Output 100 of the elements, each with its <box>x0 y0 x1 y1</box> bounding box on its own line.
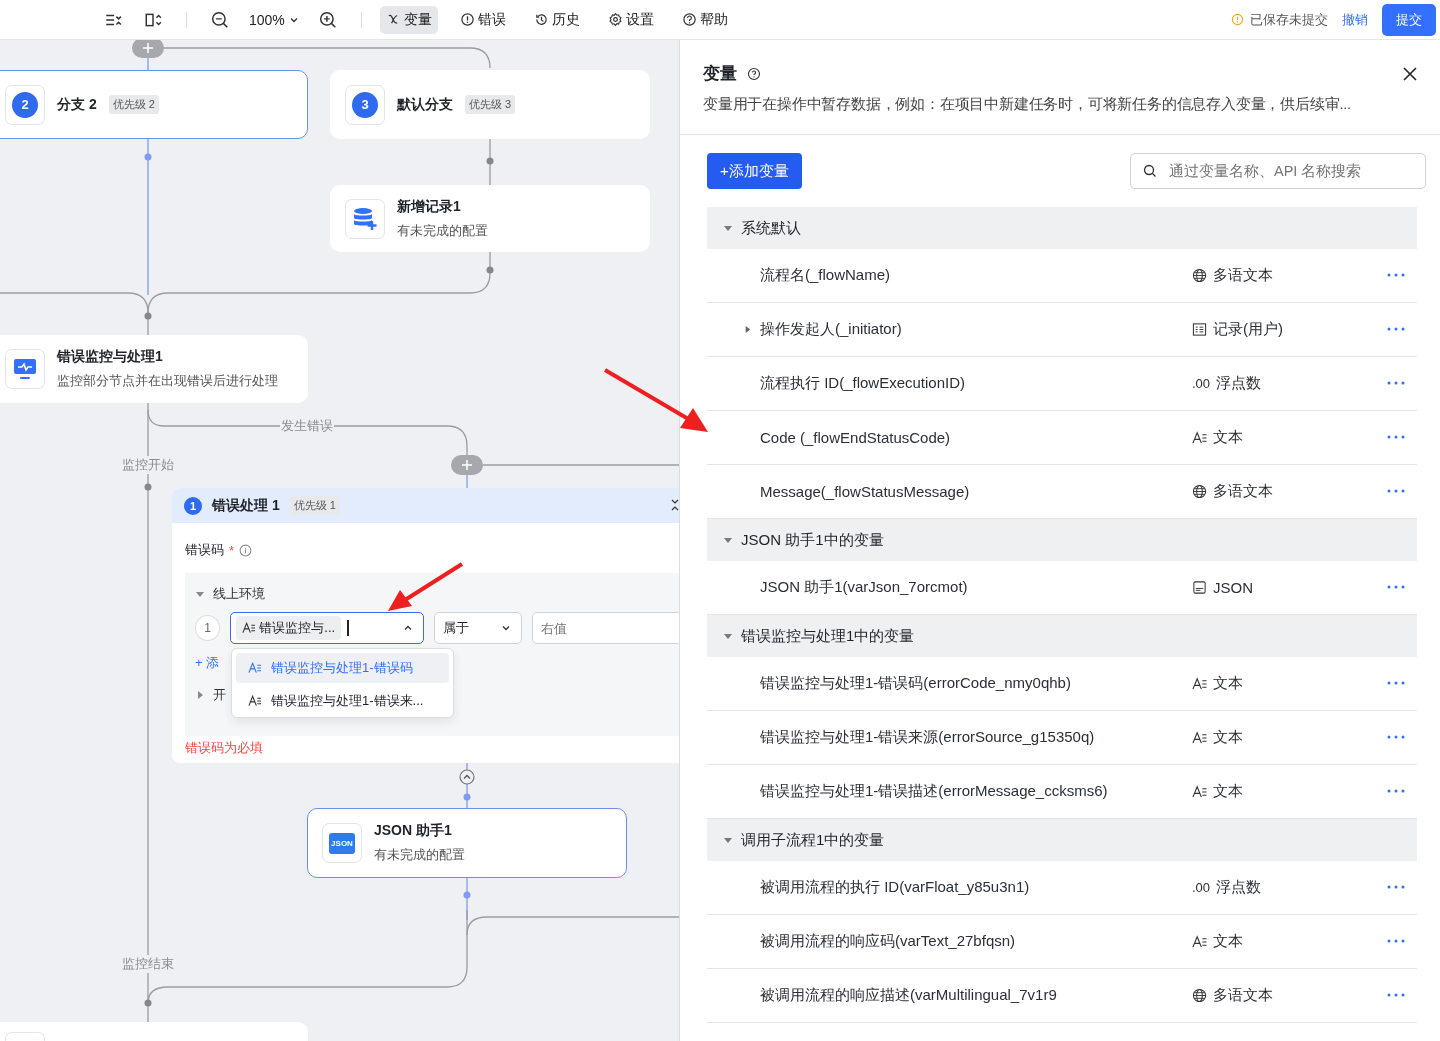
help-icon[interactable] <box>747 66 761 81</box>
history-icon <box>533 12 549 27</box>
more-icon[interactable] <box>1387 681 1405 685</box>
flow-node[interactable]: 2 分支 2 优先级 2 <box>0 70 308 139</box>
submit-button[interactable]: 提交 <box>1382 3 1436 36</box>
group-header[interactable]: 调用子流程1中的变量 <box>707 819 1417 861</box>
alert-icon <box>459 12 475 27</box>
condition-index: 1 <box>195 615 221 641</box>
flow-node[interactable]: 错误监控与处理1 监控部分节点并在出现错误后进行处理 <box>0 335 308 403</box>
variable-name: 操作发起人(_initiator) <box>760 320 903 339</box>
variable-type: 文本 <box>1213 932 1243 951</box>
handler-header[interactable]: 1 错误处理 1 优先级 1 <box>172 488 679 523</box>
group-title: 开 <box>213 686 226 704</box>
variable-name: 流程执行 ID(_flowExecutionID) <box>760 374 967 393</box>
search-field[interactable]: 通过变量名称、API 名称搜索 <box>1130 153 1426 189</box>
add-node-button[interactable] <box>451 455 483 475</box>
text-type-icon <box>1192 784 1207 799</box>
variable-name: 被调用流程的执行 ID(varFloat_y85u3n1) <box>760 878 1031 897</box>
zoom-dropdown[interactable]: 100% <box>245 11 303 28</box>
globe-icon <box>1192 988 1207 1003</box>
toolbar-tab[interactable]: 变量 <box>379 5 438 34</box>
operator-select[interactable]: 属于 <box>434 612 522 644</box>
variable-chip: 错误监控与... <box>236 616 342 640</box>
expand-icon[interactable] <box>195 690 205 700</box>
variable-type: 文本 <box>1213 728 1243 747</box>
expand-icon[interactable] <box>743 325 752 334</box>
connector-line <box>466 474 468 489</box>
add-variable-button[interactable]: +添加变量 <box>707 153 802 189</box>
expand-icon[interactable] <box>195 589 205 599</box>
more-icon[interactable] <box>1387 993 1405 997</box>
node-title: JSON 助手1 <box>374 822 453 840</box>
node-subtitle: 有未完成的配置 <box>374 846 465 864</box>
node-title: 默认分支 <box>397 95 453 114</box>
toolbar-tab[interactable]: 帮助 <box>675 5 734 34</box>
group-title: 错误监控与处理1中的变量 <box>741 626 915 646</box>
expand-icon[interactable] <box>723 631 733 641</box>
expand-icon[interactable] <box>723 223 733 233</box>
variable-type: JSON <box>1213 579 1253 596</box>
plus-icon <box>461 459 473 471</box>
dropdown-option[interactable]: 错误监控与处理1-错误码 <box>236 653 449 683</box>
flow-node[interactable]: 3 默认分支 优先级 3 <box>330 70 650 139</box>
node-title: 分支 2 <box>57 95 97 114</box>
undo-link[interactable]: 撤销 <box>1342 10 1368 29</box>
panel-title: 变量 <box>703 63 737 85</box>
value-input[interactable]: 右值 <box>532 612 679 644</box>
variable-name: 被调用流程的响应描述(varMultilingual_7v1r9 <box>760 986 1058 1005</box>
text-type-icon <box>1192 430 1207 445</box>
connector-line <box>466 762 468 809</box>
add-node-button[interactable] <box>132 40 164 58</box>
more-icon[interactable] <box>1387 939 1405 943</box>
more-icon[interactable] <box>1387 489 1405 493</box>
help-icon <box>681 12 697 27</box>
more-icon[interactable] <box>1387 273 1405 277</box>
panel-description: 变量用于在操作中暂存数据，例如：在项目中新建任务时，可将新任务的信息存入变量，供后续审... <box>703 95 1352 114</box>
variable-name: 错误监控与处理1-错误码(errorCode_nmy0qhb) <box>760 674 1072 693</box>
variable-type: 文本 <box>1213 674 1243 693</box>
edge-label: 发生错误 <box>280 417 334 435</box>
toolbar-tab[interactable]: 历史 <box>527 5 586 34</box>
more-icon[interactable] <box>1387 885 1405 889</box>
monitor-icon <box>12 356 38 382</box>
group-header[interactable]: 错误监控与处理1中的变量 <box>707 615 1417 657</box>
variable-name: Code (_flowEndStatusCode) <box>760 429 952 446</box>
variable-type: 多语文本 <box>1213 986 1273 1005</box>
flow-node[interactable]: 新增记录1 有未完成的配置 <box>330 185 650 252</box>
more-icon[interactable] <box>1387 789 1405 793</box>
edge-label: 监控结束 <box>121 955 175 973</box>
variable-type: 浮点数 <box>1216 374 1262 393</box>
file-icon <box>1192 580 1207 595</box>
more-icon[interactable] <box>1387 435 1405 439</box>
group-title: 线上环境 <box>213 585 265 603</box>
number-icon: .00 <box>1192 880 1211 895</box>
globe-icon <box>1192 268 1207 283</box>
connector-dot <box>144 312 152 320</box>
toolbar-tab[interactable]: 设置 <box>601 5 660 34</box>
collapse-icon[interactable] <box>670 497 679 513</box>
toolbar-tab[interactable]: 错误 <box>453 5 512 34</box>
connector-line <box>489 138 491 186</box>
more-icon[interactable] <box>1387 327 1405 331</box>
close-icon[interactable] <box>1402 65 1418 82</box>
more-icon[interactable] <box>1387 735 1405 739</box>
dropdown-option[interactable]: 错误监控与处理1-错误来... <box>236 686 449 716</box>
variable-type: 记录(用户) <box>1213 320 1283 339</box>
variable-type: 文本 <box>1213 782 1243 801</box>
variable-name: 流程名(_flowName) <box>760 266 892 285</box>
expand-icon[interactable] <box>723 835 733 845</box>
group-title: JSON 助手1中的变量 <box>741 530 884 550</box>
more-icon[interactable] <box>1387 381 1405 385</box>
info-icon <box>239 543 253 557</box>
globe-icon <box>1192 484 1207 499</box>
flow-node[interactable]: JSON JSON 助手1 有未完成的配置 <box>307 808 627 878</box>
variable-select[interactable]: 错误监控与... <box>230 612 425 644</box>
connector-dot <box>144 999 152 1007</box>
expand-icon[interactable] <box>723 535 733 545</box>
group-header[interactable]: 系统默认 <box>707 207 1417 249</box>
gear-icon <box>607 12 623 27</box>
variable-type: 文本 <box>1213 428 1243 447</box>
variable-name: Message(_flowStatusMessage) <box>760 483 971 500</box>
more-icon[interactable] <box>1387 585 1405 589</box>
group-header[interactable]: JSON 助手1中的变量 <box>707 519 1417 561</box>
text-type-icon <box>242 622 256 634</box>
